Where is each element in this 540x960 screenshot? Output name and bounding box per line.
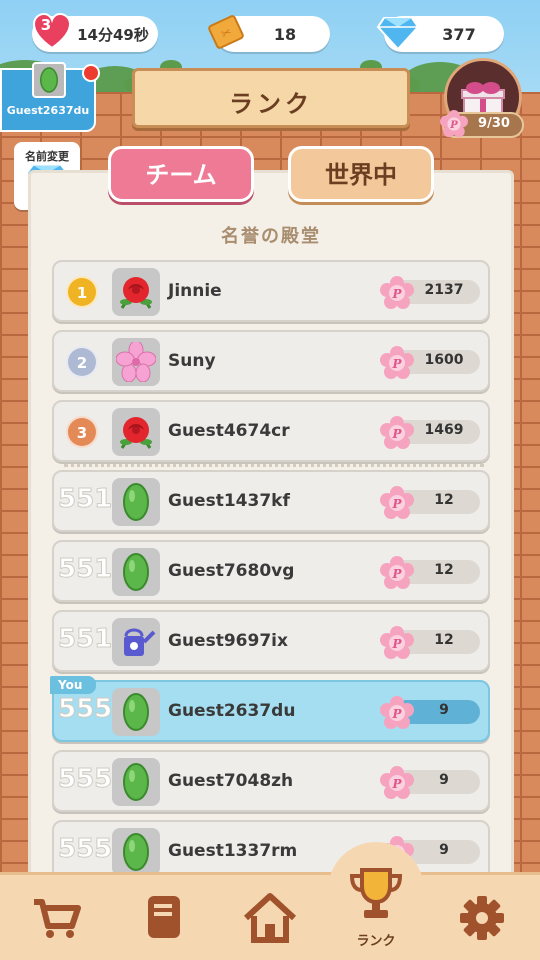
leaderboard-row[interactable]: 3 Guest4674cr P 1469 [52,400,490,462]
player-avatar [112,548,160,596]
svg-text:P: P [391,497,402,511]
diamond-icon [376,17,420,51]
player-avatar [112,478,160,526]
svg-text:P: P [449,120,458,131]
svg-text:P: P [391,357,402,371]
rank-medal: 1 [66,276,98,308]
svg-text:P: P [391,287,402,301]
tab-team[interactable]: チーム [108,146,254,202]
rank-number: 551 [58,484,113,515]
player-name: Jinnie [168,281,222,301]
ticket-icon: ✂ [208,15,244,49]
rank-medal: 2 [66,346,98,378]
player-score: 12 [434,492,454,508]
player-score: 9 [439,702,449,718]
home-icon[interactable] [240,888,300,948]
player-avatar [112,828,160,876]
trophy-icon[interactable] [346,864,406,924]
svg-text:P: P [391,707,402,721]
rank-medal: 3 [66,416,98,448]
rank-number: 555 [58,694,113,725]
player-name: Suny [168,351,216,371]
you-tag: You [50,676,96,694]
player-name: Guest4674cr [168,421,290,441]
rank-number: 555 [58,764,113,795]
player-score: 1469 [424,422,464,438]
player-avatar [112,408,160,456]
leaf-icon [40,67,58,93]
leaderboard-row[interactable]: 1 Jinnie P 2137 [52,260,490,322]
notification-dot [82,64,100,82]
hall-of-fame-title: 名誉の殿堂 [221,226,321,247]
gems-count: 377 [442,24,476,44]
player-score: 9 [439,842,449,858]
profile-avatar [32,62,66,98]
leaderboard-row[interactable]: 551 Guest7680vg P 12 [52,540,490,602]
lives-timer: 14分49秒 [77,25,149,44]
leaderboard-row[interactable]: 2 Suny P 1600 [52,330,490,392]
svg-text:P: P [391,567,402,581]
player-name: Guest7680vg [168,561,295,581]
player-avatar [112,618,160,666]
gear-icon[interactable] [452,888,512,948]
nav-ranking-label: ランク [356,934,396,949]
rename-label: 名前変更 [25,150,69,163]
tickets-count: 18 [273,24,297,44]
svg-text:P: P [391,637,402,651]
player-name: Guest7048zh [168,771,294,791]
player-score: 1600 [424,352,464,368]
svg-text:P: P [391,777,402,791]
leaderboard-row[interactable]: 555 Guest7048zh P 9 [52,750,490,812]
player-name: Guest1437kf [168,491,290,511]
page-title: ランク [229,90,313,118]
leaderboard-row[interactable]: 551 Guest1437kf P 12 [52,470,490,532]
player-avatar [112,758,160,806]
rank-number: 551 [58,624,113,655]
player-name: Guest2637du [168,701,296,721]
leaderboard-row[interactable]: 551 Guest9697ix P 12 [52,610,490,672]
player-avatar [112,338,160,386]
rank-number: 551 [58,554,113,585]
svg-text:P: P [391,427,402,441]
player-score: 2137 [424,282,464,298]
player-name: Guest9697ix [168,631,288,651]
top-three-separator [64,464,484,467]
player-score: 12 [434,632,454,648]
point-flower-icon: P [440,110,468,138]
book-icon[interactable] [134,888,194,948]
leaderboard-row-self[interactable]: 555 Guest2637du P 9 [52,680,490,742]
profile-name: Guest2637du [6,104,90,117]
player-avatar [112,268,160,316]
gift-progress: 9/30 [478,116,510,131]
player-score: 12 [434,562,454,578]
player-name: Guest1337rm [168,841,298,861]
player-avatar [112,688,160,736]
lives-count: 3 [40,16,52,34]
tab-world[interactable]: 世界中 [288,146,434,202]
rank-number: 555 [58,834,113,865]
shop-cart-icon[interactable] [26,888,86,948]
player-score: 9 [439,772,449,788]
